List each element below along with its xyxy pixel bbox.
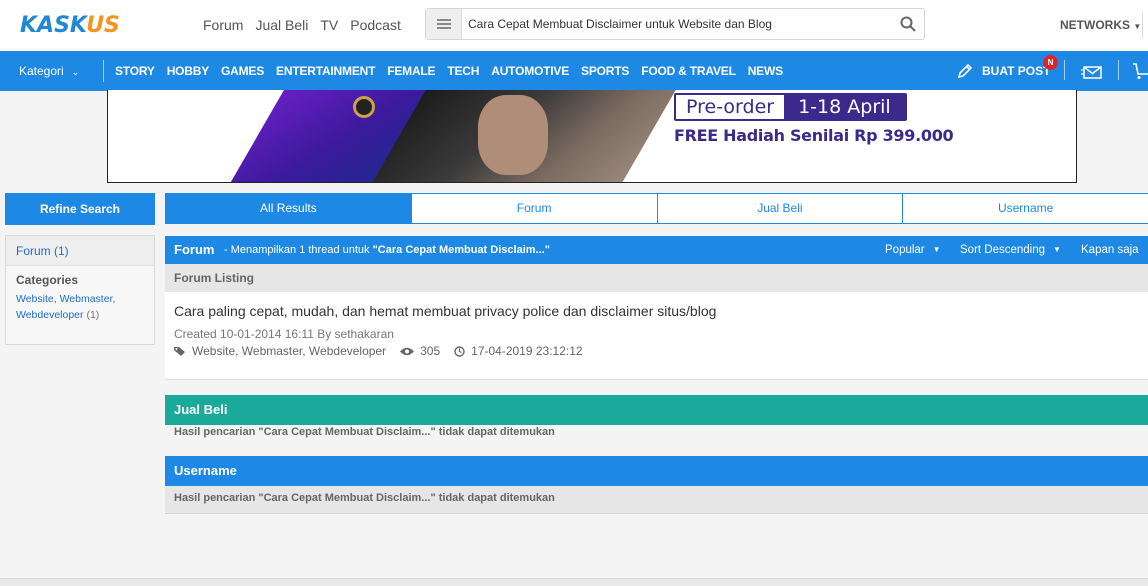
promo-text: FREE Hadiah Senilai Rp 399.000: [674, 126, 954, 145]
mail-icon[interactable]: [1081, 64, 1103, 80]
kategori-dropdown[interactable]: Kategori ⌄: [19, 64, 79, 78]
hamburger-menu-icon[interactable]: [426, 9, 462, 39]
divider: [1118, 60, 1119, 80]
search-icon[interactable]: [900, 16, 916, 32]
thread-tags[interactable]: Website, Webmaster, Webdeveloper: [192, 344, 386, 358]
search-input[interactable]: [468, 14, 888, 34]
forum-listing-label: Forum Listing: [165, 264, 1148, 292]
refine-search-button[interactable]: Refine Search: [5, 193, 155, 225]
tab-all-results[interactable]: All Results: [165, 193, 412, 224]
category-games[interactable]: GAMES: [221, 64, 264, 78]
divider: [103, 60, 104, 82]
eye-icon: [400, 347, 415, 355]
model-face-image: [478, 95, 548, 175]
thread-created-meta: Created 10-01-2014 16:11 By sethakaran: [174, 327, 394, 341]
forum-results-header: Forum - Menampilkan 1 thread untuk "Cara…: [165, 236, 1148, 264]
search-bar: [425, 8, 925, 40]
search-facets: Forum (1) Categories Website, Webmaster,…: [5, 235, 155, 345]
categories-title: Categories: [16, 273, 79, 287]
nav-forum[interactable]: Forum: [203, 17, 243, 33]
nav-tv[interactable]: TV: [320, 17, 338, 33]
chevron-down-icon: ⌄: [71, 67, 80, 77]
pencil-icon: [957, 63, 973, 79]
sort-popular-dropdown[interactable]: Popular ▼: [885, 244, 941, 256]
tab-forum[interactable]: Forum: [410, 193, 658, 224]
chevron-down-icon: ▼: [1133, 22, 1142, 31]
tab-jual-beli[interactable]: Jual Beli: [656, 193, 904, 224]
jual-beli-results-header: Jual Beli: [165, 395, 1148, 425]
jual-beli-no-results: Hasil pencarian "Cara Cepat Membuat Disc…: [165, 425, 1148, 441]
tab-username[interactable]: Username: [902, 193, 1148, 224]
view-count: 305: [420, 344, 441, 358]
last-update-time: 17-04-2019 23:12:12: [471, 344, 583, 358]
divider: [1064, 60, 1065, 80]
kaskus-logo[interactable]: KASKUS: [20, 13, 120, 38]
preorder-badge: Pre-order 1-18 April: [674, 93, 907, 121]
section-title: Forum: [174, 242, 215, 257]
nav-jual-beli[interactable]: Jual Beli: [255, 17, 308, 33]
category-automotive[interactable]: AUTOMOTIVE: [491, 64, 569, 78]
category-hobby[interactable]: HOBBY: [167, 64, 210, 78]
category-news[interactable]: NEWS: [748, 64, 783, 78]
category-links: STORY HOBBY GAMES ENTERTAINMENT FEMALE T…: [115, 64, 795, 78]
thread-item: Cara paling cepat, mudah, dan hemat memb…: [165, 292, 1148, 380]
category-sports[interactable]: SPORTS: [581, 64, 629, 78]
cart-icon[interactable]: [1133, 62, 1148, 80]
category-tech[interactable]: TECH: [447, 64, 479, 78]
camera-lens-image: [353, 96, 375, 118]
facet-category-item[interactable]: Website, Webmaster, Webdeveloper (1): [6, 287, 154, 323]
promo-banner[interactable]: Pre-order 1-18 April FREE Hadiah Senilai…: [107, 90, 1077, 183]
top-header: KASKUS Forum Jual Beli TV Podcast NETWOR…: [0, 0, 1148, 51]
time-filter-dropdown[interactable]: Kapan saja: [1081, 244, 1139, 256]
category-story[interactable]: STORY: [115, 64, 155, 78]
category-entertainment[interactable]: ENTERTAINMENT: [276, 64, 375, 78]
divider: [1142, 12, 1143, 38]
category-nav-bar: Kategori ⌄ STORY HOBBY GAMES ENTERTAINMEN…: [0, 51, 1148, 91]
thread-title-link[interactable]: Cara paling cepat, mudah, dan hemat memb…: [174, 303, 716, 319]
result-tabs: All Results Forum Jual Beli Username: [165, 193, 1148, 224]
results-summary: - Menampilkan 1 thread untuk "Cara Cepat…: [224, 244, 550, 256]
facet-forum[interactable]: Forum (1): [6, 236, 154, 266]
category-female[interactable]: FEMALE: [387, 64, 435, 78]
notification-badge: N: [1043, 55, 1058, 70]
buat-post-button[interactable]: BUAT POST: [956, 62, 1050, 80]
username-no-results: Hasil pencarian "Cara Cepat Membuat Disc…: [165, 486, 1148, 514]
sort-order-dropdown[interactable]: Sort Descending ▼: [960, 244, 1061, 256]
caret-down-icon: ▼: [1053, 245, 1061, 255]
tag-icon: [174, 346, 185, 356]
clock-icon: [454, 345, 465, 357]
networks-menu[interactable]: NETWORKS ▼: [1060, 18, 1141, 32]
username-results-header: Username: [165, 456, 1148, 486]
nav-podcast[interactable]: Podcast: [350, 17, 401, 33]
top-nav: Forum Jual Beli TV Podcast: [203, 17, 413, 33]
thread-info: Website, Webmaster, Webdeveloper 305 17-…: [174, 344, 583, 358]
footer-divider: [0, 578, 1148, 586]
category-food-travel[interactable]: FOOD & TRAVEL: [641, 64, 736, 78]
caret-down-icon: ▼: [932, 245, 941, 255]
